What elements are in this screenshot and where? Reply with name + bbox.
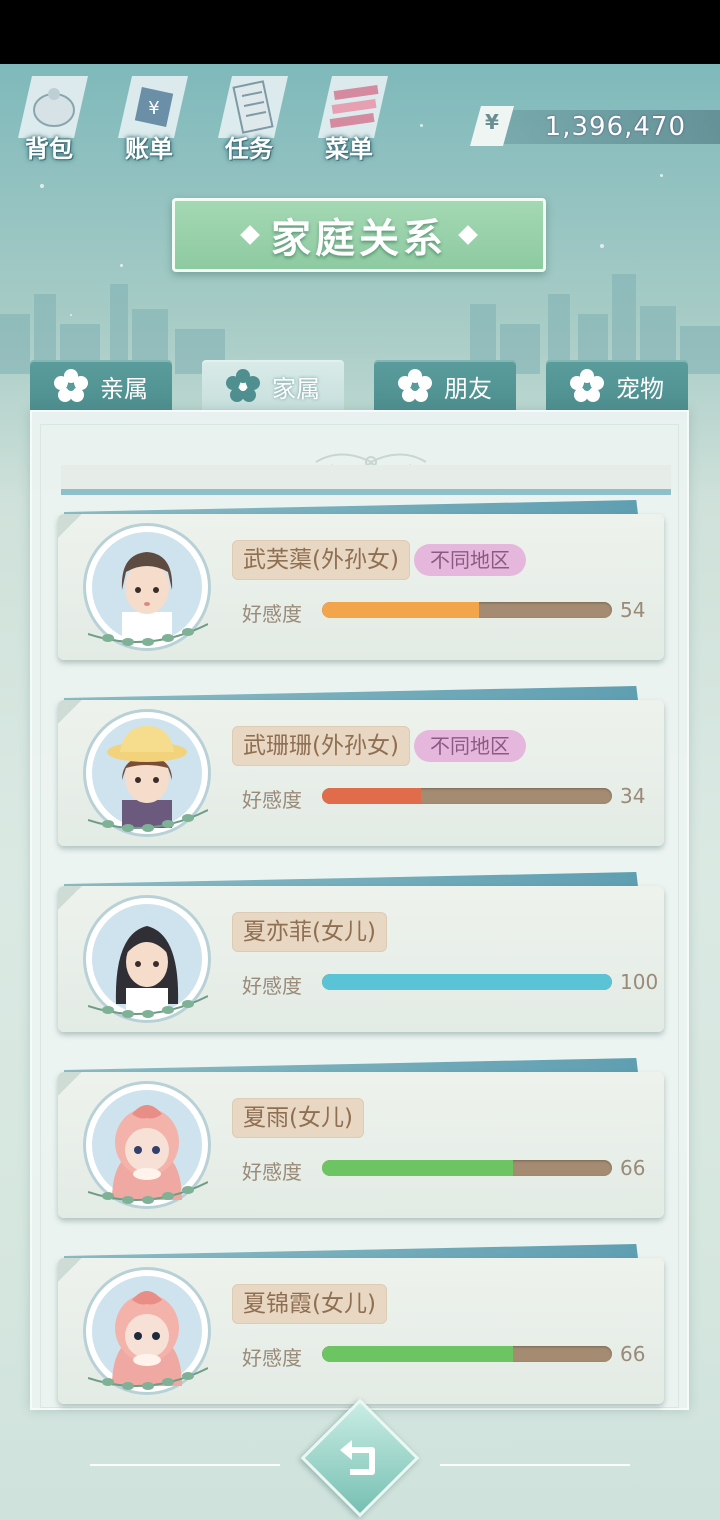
member-card[interactable]: 夏雨(女儿) 好感度 66 [58, 1058, 664, 1232]
member-name: 武珊珊(外孙女) [232, 726, 410, 766]
affinity-bar [322, 1160, 612, 1176]
diamond-icon [458, 225, 478, 245]
leaf-wreath-icon [88, 995, 208, 1018]
affinity-bar-fill [322, 788, 421, 804]
menu-button[interactable]: 菜单 [304, 76, 394, 166]
affinity-bar-fill [322, 974, 612, 990]
tab-label: 亲属 [100, 374, 148, 403]
leaf-wreath-icon [88, 1367, 208, 1390]
affinity-label: 好感度 [242, 974, 302, 998]
member-card[interactable]: 武珊珊(外孙女) 不同地区 好感度 34 [58, 686, 664, 860]
tab-label: 家属 [272, 374, 320, 403]
decorative-line [440, 1464, 630, 1466]
member-name: 夏锦霞(女儿) [232, 1284, 387, 1324]
flower-icon [54, 369, 88, 402]
affinity-value: 66 [620, 1156, 646, 1180]
affinity-bar [322, 788, 612, 804]
affinity-bar-fill [322, 1346, 514, 1362]
affinity-value: 34 [620, 784, 646, 808]
region-tag: 不同地区 [414, 544, 526, 576]
affinity-label: 好感度 [242, 1346, 302, 1370]
card-fold [58, 1258, 82, 1282]
affinity-bar [322, 974, 612, 990]
flower-icon [570, 369, 604, 402]
diamond-icon [240, 225, 260, 245]
tab-family[interactable]: 家属 [202, 360, 344, 412]
member-name: 夏亦菲(女儿) [232, 912, 387, 952]
tab-relatives[interactable]: 亲属 [30, 360, 172, 412]
decorative-line [90, 1464, 280, 1466]
task-button[interactable]: 任务 [204, 76, 294, 166]
member-card-body: 武珊珊(外孙女) 不同地区 好感度 34 [58, 700, 664, 846]
tab-label: 宠物 [616, 374, 664, 403]
money-value: 1,396,470 [544, 112, 686, 142]
member-card-body: 夏雨(女儿) 好感度 66 [58, 1072, 664, 1218]
member-card[interactable]: 夏锦霞(女儿) 好感度 66 [58, 1244, 664, 1418]
flower-icon [398, 369, 432, 402]
member-card-body: 夏亦菲(女儿) 好感度 100 [58, 886, 664, 1032]
region-tag: 不同地区 [414, 730, 526, 762]
tab-label: 朋友 [444, 374, 492, 403]
member-name: 夏雨(女儿) [232, 1098, 364, 1138]
affinity-bar-fill [322, 602, 479, 618]
flower-icon [226, 369, 260, 402]
member-card[interactable]: 夏亦菲(女儿) 好感度 100 [58, 872, 664, 1046]
task-label: 任务 [225, 135, 273, 163]
affinity-value: 100 [620, 970, 659, 994]
leaf-wreath-icon [88, 1181, 208, 1204]
member-card-body: 武芙蕖(外孙女) 不同地区 好感度 54 [58, 514, 664, 660]
previous-card-edge [61, 465, 671, 495]
member-card[interactable]: 武芙蕖(外孙女) 不同地区 好感度 54 [58, 500, 664, 674]
card-fold [58, 514, 82, 538]
backpack-button[interactable]: 背包 [4, 76, 94, 166]
page-title: 家庭关系 [172, 198, 546, 272]
bill-button[interactable]: ¥ 账单 [104, 76, 194, 166]
affinity-label: 好感度 [242, 1160, 302, 1184]
card-fold [58, 1072, 82, 1096]
leaf-wreath-icon [88, 809, 208, 832]
affinity-value: 54 [620, 598, 646, 622]
page-title-text: 家庭关系 [271, 216, 447, 262]
affinity-bar [322, 602, 612, 618]
affinity-label: 好感度 [242, 602, 302, 626]
tab-pets[interactable]: 宠物 [546, 360, 688, 412]
return-arrow-icon [340, 1440, 375, 1475]
affinity-value: 66 [620, 1342, 646, 1366]
money-display: ¥ 1,396,470 [470, 106, 720, 146]
member-name: 武芙蕖(外孙女) [232, 540, 410, 580]
card-fold [58, 886, 82, 910]
affinity-bar [322, 1346, 612, 1362]
card-fold [58, 700, 82, 724]
svg-text:¥: ¥ [148, 98, 159, 119]
bill-label: 账单 [125, 135, 173, 163]
member-card-body: 夏锦霞(女儿) 好感度 66 [58, 1258, 664, 1404]
backpack-label: 背包 [25, 135, 73, 163]
leaf-wreath-icon [88, 623, 208, 646]
affinity-label: 好感度 [242, 788, 302, 812]
tab-friends[interactable]: 朋友 [374, 360, 516, 412]
affinity-bar-fill [322, 1160, 514, 1176]
menu-label: 菜单 [325, 135, 373, 163]
